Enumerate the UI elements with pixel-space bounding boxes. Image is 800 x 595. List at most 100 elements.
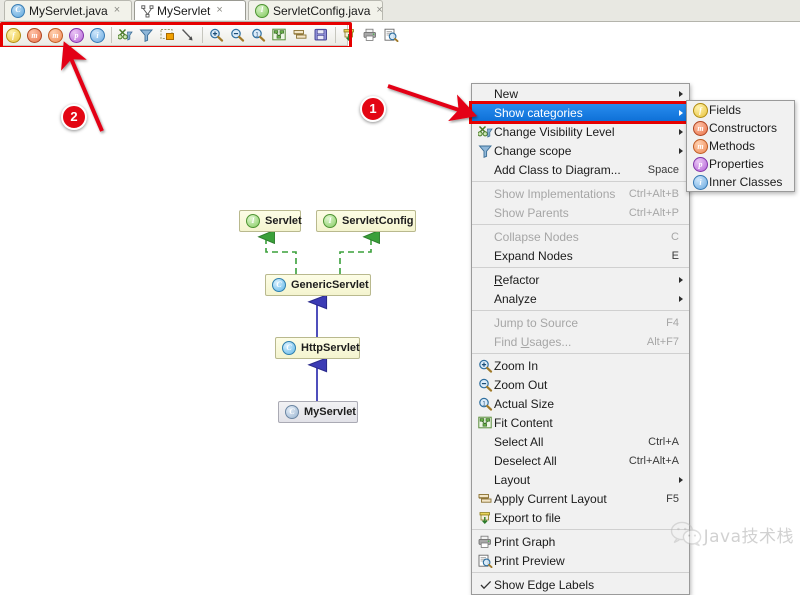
diagram-node-myservlet[interactable]: C MyServlet <box>278 401 358 423</box>
menu-item-shortcut: E <box>671 249 679 262</box>
menu-item-fit-content[interactable]: Fit Content <box>472 413 689 432</box>
menu-separator <box>472 572 689 573</box>
java-interface-icon: I <box>255 3 269 18</box>
close-icon[interactable]: × <box>376 5 382 16</box>
menu-item-shortcut: F4 <box>666 316 679 329</box>
menu-item-apply-current-layout[interactable]: Apply Current Layout F5 <box>472 489 689 508</box>
menu-item-select-all[interactable]: Select All Ctrl+A <box>472 432 689 451</box>
fields-icon-glyph: f <box>693 102 708 118</box>
menu-separator <box>472 181 689 182</box>
icon-letter: i <box>699 177 702 187</box>
editor-tab-label: MyServlet <box>157 3 211 18</box>
menu-item-shortcut: Space <box>647 163 679 176</box>
callout-badge-2: 2 <box>61 104 87 130</box>
menu-separator <box>472 267 689 268</box>
menu-item-export-to-file[interactable]: Export to file <box>472 508 689 527</box>
menu-item-expand-nodes[interactable]: Expand Nodes E <box>472 246 689 265</box>
submenu-item-methods[interactable]: m Methods <box>687 137 794 155</box>
diagram-context-menu[interactable]: New Show categories Change Visibility Leve… <box>471 83 690 595</box>
inner-classes-icon: i <box>692 174 709 190</box>
menu-item-print-preview[interactable]: Print Preview <box>472 551 689 570</box>
menu-item-label: Apply Current Layout <box>494 491 607 506</box>
close-icon[interactable]: × <box>114 5 120 16</box>
submenu-item-constructors[interactable]: m Constructors <box>687 119 794 137</box>
menu-item-label: Show Edge Labels <box>494 577 595 592</box>
menu-item-layout[interactable]: Layout <box>472 470 689 489</box>
diagram-node-httpservlet[interactable]: C HttpServlet <box>275 337 360 359</box>
node-icon-letter: I <box>251 216 255 225</box>
methods-icon: m <box>692 138 709 154</box>
menu-item-shortcut: Ctrl+Alt+B <box>628 187 679 200</box>
menu-item-refactor[interactable]: Refactor <box>472 270 689 289</box>
menu-separator <box>472 310 689 311</box>
menu-item-print-graph[interactable]: Print Graph <box>472 532 689 551</box>
editor-tab-bar: C MyServlet.java × MyServlet × I ServletConfig… <box>0 0 800 22</box>
editor-tab-myservlet-java[interactable]: C MyServlet.java × <box>4 0 132 20</box>
menu-item-label: Zoom Out <box>494 377 548 392</box>
menu-item-label: Deselect All <box>494 453 557 468</box>
icon-letter: f <box>699 105 702 115</box>
editor-tab-myservlet[interactable]: MyServlet × <box>134 0 246 20</box>
icon-letter: m <box>697 123 704 133</box>
menu-item-label: Change scope <box>494 143 572 158</box>
export-icon <box>477 511 494 525</box>
menu-item-add-class-to-diagram[interactable]: Add Class to Diagram... Space <box>472 160 689 179</box>
menu-item-label: New <box>494 86 519 101</box>
interface-icon: I <box>246 214 260 228</box>
show-categories-submenu[interactable]: f Fields m Constructors m Methods p Properties i… <box>686 100 795 192</box>
menu-item-collapse-nodes: Collapse Nodes C <box>472 227 689 246</box>
tab-icon-letter: C <box>15 4 21 14</box>
menu-item-actual-size[interactable]: 1 Actual Size <box>472 394 689 413</box>
menu-separator <box>472 353 689 354</box>
menu-item-label: Print Graph <box>494 534 556 549</box>
close-icon[interactable]: × <box>216 5 222 16</box>
java-class-icon: C <box>11 3 25 18</box>
menu-item-deselect-all[interactable]: Deselect All Ctrl+Alt+A <box>472 451 689 470</box>
menu-item-label: Find Usages... <box>494 334 572 349</box>
menu-separator <box>472 529 689 530</box>
diagram-node-servlet[interactable]: I Servlet <box>239 210 302 232</box>
menu-item-zoom-out[interactable]: Zoom Out <box>472 375 689 394</box>
toolbar-button-print-graph[interactable] <box>360 25 381 45</box>
editor-tab-label: ServletConfig.java <box>273 3 371 18</box>
node-icon-letter: I <box>328 216 332 225</box>
menu-item-shortcut: F5 <box>666 492 679 505</box>
constructors-icon: m <box>692 120 709 136</box>
editor-tab-servletconfig-java[interactable]: I ServletConfig.java × <box>248 0 383 20</box>
submenu-arrow-icon <box>679 276 683 283</box>
toolbar-button-print-preview[interactable] <box>381 25 402 45</box>
show-categories-highlight-annotation <box>469 101 692 124</box>
properties-icon-glyph: p <box>693 156 708 172</box>
submenu-item-inner-classes[interactable]: i Inner Classes <box>687 173 794 191</box>
menu-item-label: Show Parents <box>494 205 569 220</box>
wechat-icon <box>670 521 701 547</box>
toolbar-highlight-annotation <box>0 22 352 49</box>
menu-item-change-scope[interactable]: Change scope <box>472 141 689 160</box>
menu-item-label: Layout <box>494 472 531 487</box>
submenu-item-fields[interactable]: f Fields <box>687 101 794 119</box>
menu-item-shortcut: Ctrl+Alt+P <box>628 206 679 219</box>
diagram-node-servletconfig[interactable]: I ServletConfig <box>316 210 416 232</box>
submenu-item-properties[interactable]: p Properties <box>687 155 794 173</box>
menu-item-label: Refactor <box>494 272 540 287</box>
menu-item-label: Actual Size <box>494 396 555 411</box>
diagram-node-label: HttpServlet <box>301 342 360 354</box>
menu-item-show-edge-labels[interactable]: Show Edge Labels <box>472 575 689 594</box>
menu-item-change-visibility-level[interactable]: Change Visibility Level <box>472 122 689 141</box>
visibility-icon <box>477 125 494 139</box>
menu-item-shortcut: Alt+F7 <box>646 335 679 348</box>
submenu-item-label: Constructors <box>709 121 778 135</box>
layout-icon <box>477 492 494 506</box>
menu-item-shortcut: Ctrl+A <box>648 435 679 448</box>
checkmark-icon <box>477 580 494 590</box>
menu-item-label: Show Implementations <box>494 186 616 201</box>
menu-item-analyze[interactable]: Analyze <box>472 289 689 308</box>
menu-item-zoom-in[interactable]: Zoom In <box>472 356 689 375</box>
diagram-node-label: GenericServlet <box>291 279 369 291</box>
interface-icon: I <box>323 214 337 228</box>
abstract-class-icon: C <box>282 341 296 355</box>
application-window: C MyServlet.java × MyServlet × I ServletConfig… <box>0 0 800 595</box>
menu-item-find-usages: Find Usages... Alt+F7 <box>472 332 689 351</box>
menu-item-shortcut: C <box>671 230 679 243</box>
diagram-node-genericservlet[interactable]: C GenericServlet <box>265 274 371 296</box>
